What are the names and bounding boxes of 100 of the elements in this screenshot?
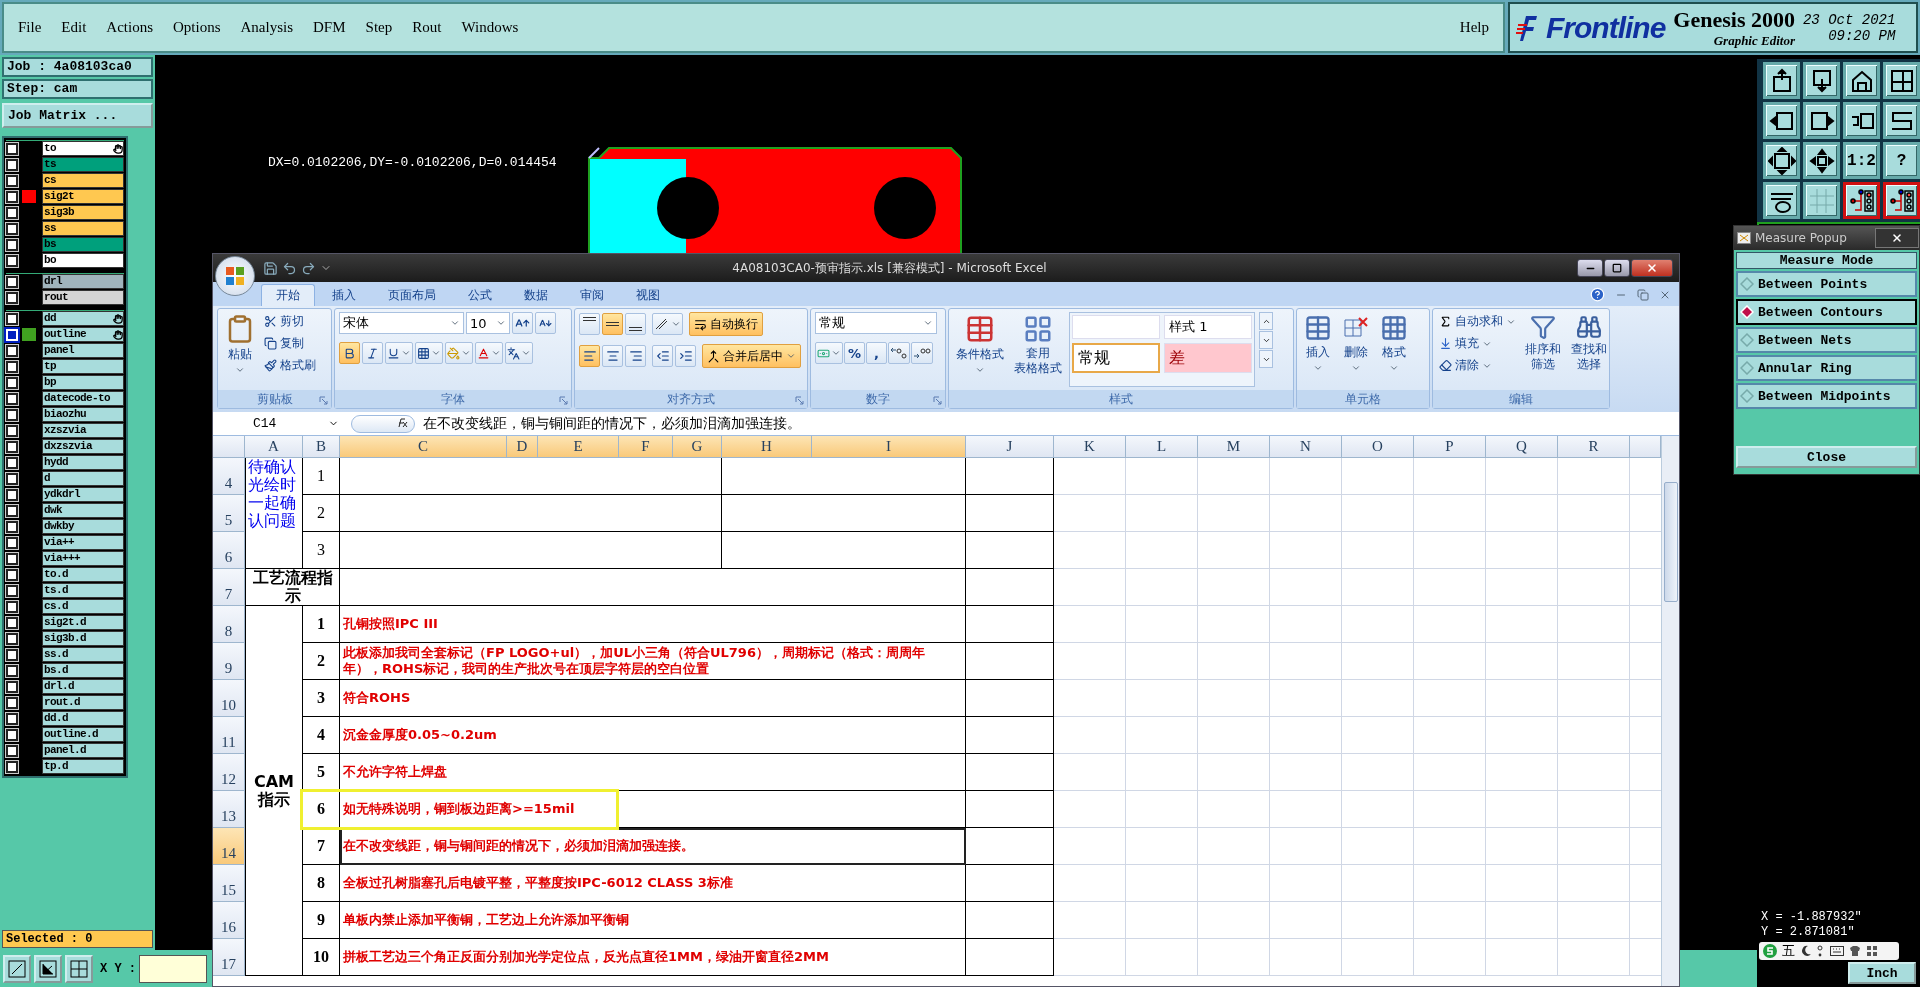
layer-checkbox[interactable]	[6, 504, 18, 517]
layer-checkbox[interactable]	[6, 600, 18, 613]
layer-checkbox[interactable]	[6, 536, 18, 549]
layer-checkbox[interactable]	[6, 648, 18, 661]
column-header[interactable]: P	[1414, 436, 1486, 458]
layer-name[interactable]: sig3b	[42, 205, 124, 220]
column-header[interactable]: M	[1198, 436, 1270, 458]
row-header[interactable]: 16	[213, 902, 245, 939]
column-header[interactable]: C	[340, 436, 507, 458]
tool-button[interactable]	[1763, 182, 1800, 219]
layer-name[interactable]: hydd	[42, 455, 124, 470]
undo-icon[interactable]	[282, 260, 297, 276]
tool-button[interactable]	[1763, 142, 1800, 179]
column-header[interactable]: O	[1342, 436, 1414, 458]
ribbon-tab[interactable]: 视图	[621, 284, 675, 306]
column-header[interactable]: J	[966, 436, 1054, 458]
launcher-icon[interactable]	[795, 396, 804, 405]
layer-name[interactable]: tp.d	[42, 759, 124, 774]
layer-checkbox[interactable]	[6, 344, 18, 357]
orientation-button[interactable]	[652, 313, 683, 335]
wrap-text-button[interactable]: 自动换行	[689, 312, 763, 336]
ribbon-tab[interactable]: 开始	[261, 284, 315, 306]
punctuation-icon[interactable]	[1817, 945, 1825, 957]
layer-checkbox[interactable]	[6, 584, 18, 597]
layer-checkbox[interactable]	[6, 520, 18, 533]
layer-name[interactable]: rout	[42, 290, 124, 305]
row-header[interactable]: 7	[213, 569, 245, 606]
layer-checkbox[interactable]	[6, 408, 18, 421]
format-button[interactable]: 格式	[1377, 312, 1411, 387]
layer-checkbox[interactable]	[6, 472, 18, 485]
layer-checkbox[interactable]	[6, 456, 18, 469]
column-header[interactable]: B	[303, 436, 340, 458]
clear-button[interactable]: 清除	[1437, 356, 1518, 375]
layer-checkbox[interactable]	[6, 360, 18, 373]
column-header[interactable]: E	[538, 436, 619, 458]
layer-checkbox[interactable]	[6, 376, 18, 389]
row-header[interactable]: 14	[213, 828, 245, 865]
autosum-button[interactable]: 自动求和	[1437, 312, 1518, 331]
launcher-icon[interactable]	[559, 396, 568, 405]
layer-name[interactable]: sig2t.d	[42, 615, 124, 630]
layer-name[interactable]: ss	[42, 221, 124, 236]
row-header[interactable]: 9	[213, 643, 245, 680]
tool-button[interactable]	[1843, 182, 1880, 219]
close-button[interactable]	[1631, 259, 1673, 277]
merge-center-button[interactable]: 合并后居中	[702, 344, 801, 368]
ribbon-tab[interactable]: 数据	[509, 284, 563, 306]
menu-item[interactable]: Windows	[461, 19, 519, 36]
grid-icon[interactable]	[1866, 945, 1878, 957]
sort-filter-button[interactable]: 排序和 筛选	[1522, 312, 1564, 387]
layer-name[interactable]: panel.d	[42, 743, 124, 758]
tool-button[interactable]	[1843, 62, 1880, 99]
layer-name[interactable]: ss.d	[42, 647, 124, 662]
layer-name[interactable]: via++	[42, 535, 124, 550]
border-button[interactable]	[415, 342, 443, 364]
moon-icon[interactable]	[1800, 945, 1812, 957]
layer-name[interactable]: outline.d	[42, 727, 124, 742]
ribbon-tab[interactable]: 插入	[317, 284, 371, 306]
layer-name[interactable]: ts	[42, 157, 124, 172]
align-left-button[interactable]	[579, 345, 600, 367]
bold-button[interactable]	[339, 342, 360, 364]
layer-name[interactable]: via+++	[42, 551, 124, 566]
menu-item[interactable]: Step	[365, 19, 393, 36]
column-header[interactable]: Q	[1486, 436, 1558, 458]
tool-button[interactable]	[1803, 142, 1840, 179]
column-header[interactable]: K	[1054, 436, 1126, 458]
layer-checkbox[interactable]	[6, 291, 18, 304]
align-right-button[interactable]	[625, 345, 646, 367]
layer-checkbox[interactable]	[6, 424, 18, 437]
delete-button[interactable]: 删除	[1339, 312, 1373, 387]
column-header[interactable]: G	[673, 436, 722, 458]
layer-name[interactable]: to.d	[42, 567, 124, 582]
menu-item[interactable]: File	[18, 19, 42, 36]
insert-function-button[interactable]	[351, 414, 415, 433]
layer-checkbox[interactable]	[6, 206, 18, 219]
tool-button[interactable]	[1763, 62, 1800, 99]
column-header[interactable]: R	[1558, 436, 1630, 458]
row-header[interactable]: 8	[213, 606, 245, 643]
column-header[interactable]: A	[245, 436, 303, 458]
layer-name[interactable]: ts.d	[42, 583, 124, 598]
menu-item[interactable]: DFM	[313, 19, 346, 36]
conditional-format-button[interactable]: 条件格式	[953, 312, 1007, 387]
decrease-indent-button[interactable]	[652, 345, 673, 367]
mode-option[interactable]: Between Contours	[1736, 299, 1917, 325]
column-header[interactable]: D	[507, 436, 538, 458]
paste-button[interactable]: 粘贴	[222, 312, 258, 387]
layer-checkbox[interactable]	[6, 312, 18, 325]
fill-button[interactable]: 填充	[1437, 334, 1518, 353]
layer-name[interactable]: dd.d	[42, 711, 124, 726]
style-swatch[interactable]: 常规	[1072, 343, 1160, 373]
layer-name[interactable]: biaozhu	[42, 407, 124, 422]
layer-checkbox[interactable]	[6, 728, 18, 741]
layer-checkbox[interactable]	[6, 616, 18, 629]
font-name-field[interactable]: 宋体	[339, 312, 464, 334]
row-header[interactable]: 11	[213, 717, 245, 754]
copy-button[interactable]: 复制	[262, 334, 318, 353]
menu-item[interactable]: Analysis	[240, 19, 294, 36]
layer-name[interactable]: to	[42, 141, 124, 156]
layer-checkbox[interactable]	[6, 744, 18, 757]
row-header[interactable]: 12	[213, 754, 245, 791]
ribbon-tab[interactable]: 公式	[453, 284, 507, 306]
